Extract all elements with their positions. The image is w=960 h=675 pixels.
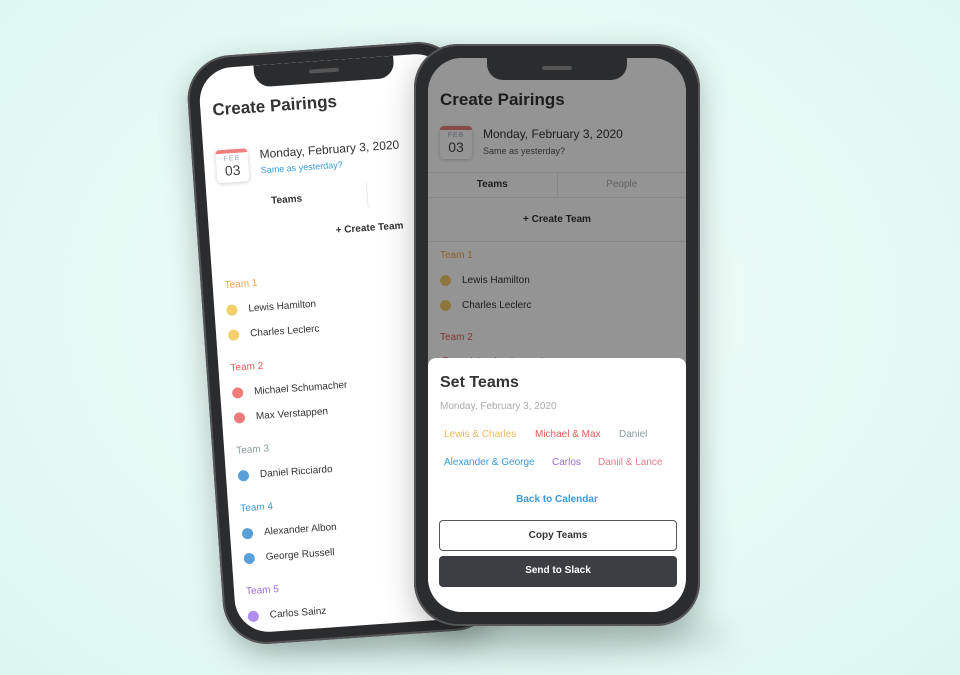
team-member[interactable]: Max Verstappen	[233, 406, 329, 424]
team-member[interactable]: Charles Leclerc	[227, 323, 320, 341]
member-name: Charles Leclerc	[249, 323, 320, 340]
member-name: Michael Schumacher	[253, 379, 348, 398]
team-member[interactable]: Lewis Hamilton	[226, 298, 317, 317]
screen: Create Pairings FEB 03 Monday, February 3…	[428, 58, 686, 612]
team-member[interactable]: Michael Schumacher	[231, 379, 348, 399]
team-label: Team 2	[230, 360, 264, 374]
sheet-date: Monday, February 3, 2020	[440, 401, 557, 412]
team-member[interactable]: George Russell	[243, 547, 335, 565]
team-label: Team 3	[235, 443, 270, 457]
member-name: George Russell	[265, 547, 335, 563]
team-member[interactable]: Alexander Albon	[241, 521, 338, 540]
pair-2: Michael & Max	[535, 429, 601, 440]
member-name: Carlos Sainz	[269, 605, 327, 621]
team-member[interactable]: Daniel Ricciardo	[237, 464, 333, 482]
member-color-dot-icon	[247, 610, 260, 623]
notch	[487, 58, 627, 80]
phone-right: Create Pairings FEB 03 Monday, February 3…	[414, 44, 700, 626]
member-color-dot-icon	[226, 304, 238, 317]
member-name: Lewis Hamilton	[248, 298, 317, 315]
pair-3: Daniel	[619, 429, 648, 440]
calendar-icon[interactable]: FEB 03	[215, 148, 250, 184]
team-label: Team 5	[245, 584, 280, 598]
member-color-dot-icon	[237, 469, 250, 482]
member-color-dot-icon	[243, 552, 256, 565]
team-label: Team 1	[224, 277, 258, 292]
member-name: Max Verstappen	[255, 406, 329, 423]
member-name: Daniel Ricciardo	[259, 464, 333, 481]
member-color-dot-icon	[227, 329, 240, 341]
cal-day: 03	[224, 161, 242, 179]
send-to-slack-button[interactable]: Send to Slack	[439, 556, 677, 587]
pair-5: Carlos	[552, 457, 581, 468]
member-name: Alexander Albon	[263, 521, 338, 538]
tab-teams[interactable]: Teams	[206, 183, 367, 220]
date-label: Monday, February 3, 2020	[259, 137, 400, 162]
pair-1: Lewis & Charles	[444, 429, 517, 440]
pair-6: Daniil & Lance	[598, 457, 663, 468]
member-color-dot-icon	[231, 387, 244, 399]
back-to-calendar-link[interactable]: Back to Calendar	[428, 494, 686, 505]
team-member[interactable]: Carlos Sainz	[247, 605, 327, 623]
copy-teams-button[interactable]: Copy Teams	[439, 520, 677, 551]
team-label: Team 4	[239, 501, 274, 515]
sheet-title: Set Teams	[440, 374, 519, 391]
same-as-yesterday-link[interactable]: Same as yesterday?	[260, 160, 343, 176]
member-color-dot-icon	[233, 411, 246, 424]
notch	[252, 55, 395, 88]
member-color-dot-icon	[241, 527, 254, 540]
pair-4: Alexander & George	[444, 457, 535, 468]
page-title: Create Pairings	[211, 91, 338, 120]
set-teams-sheet: Set Teams Monday, February 3, 2020 Lewis…	[428, 358, 686, 612]
